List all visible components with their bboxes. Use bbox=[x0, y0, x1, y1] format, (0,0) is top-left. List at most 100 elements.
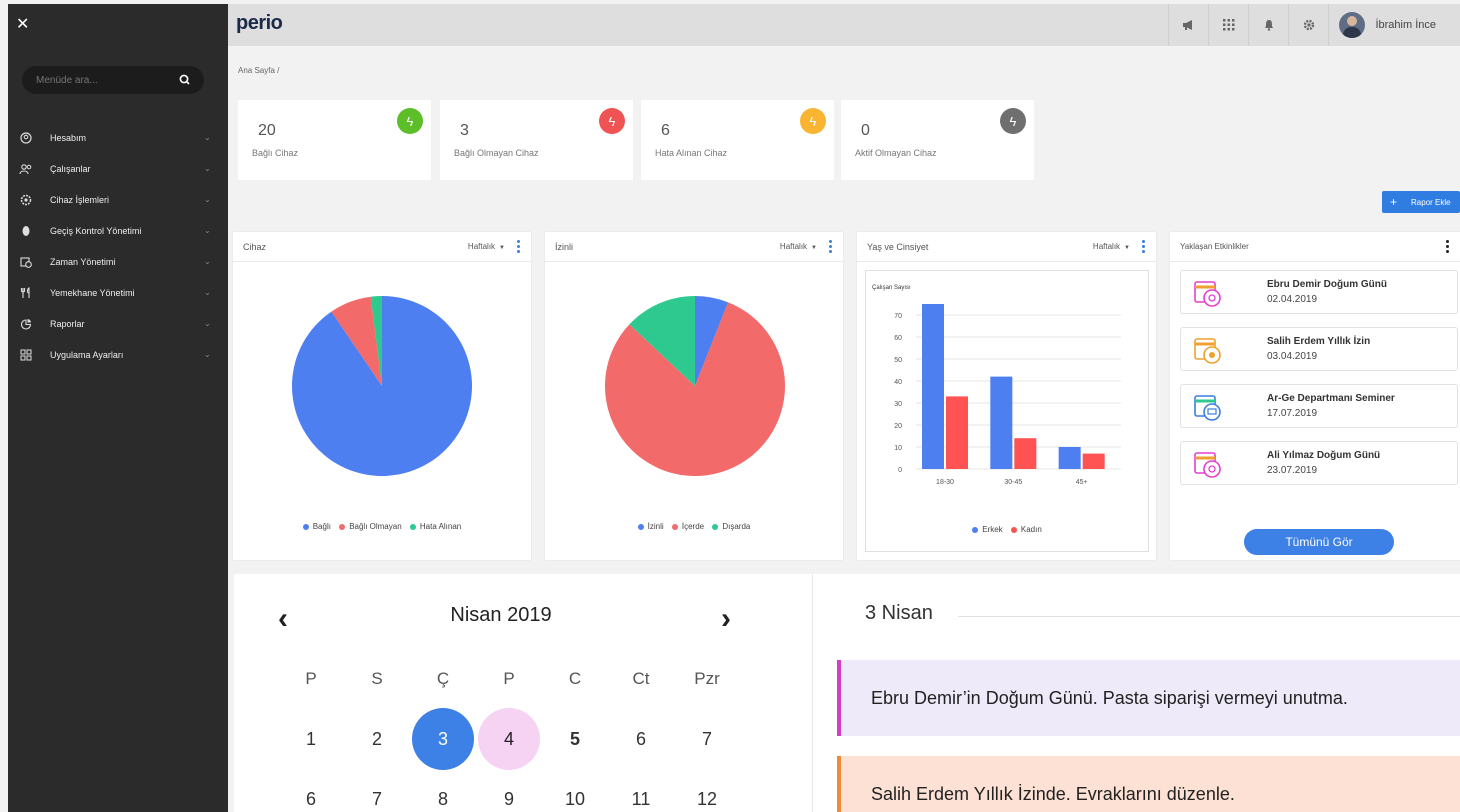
event-item[interactable]: Ali Yılmaz Doğum Günü 23.07.2019 bbox=[1180, 441, 1458, 485]
weekday-label: P bbox=[503, 669, 515, 688]
sidebar-menu: Hesabım ⌄ Çalışanlar ⌄ Cihaz İşlemleri ⌄… bbox=[8, 122, 228, 370]
bar-erkek-30-45[interactable] bbox=[990, 376, 1013, 469]
stat-card-bagli-olmayan[interactable]: 3 Bağlı Olmayan Cihaz ϟ bbox=[440, 100, 633, 180]
day-note[interactable]: Ebru Demir’in Doğum Günü. Pasta siparişi… bbox=[837, 660, 1460, 736]
bell-icon[interactable] bbox=[1248, 4, 1288, 46]
menu-search-input[interactable] bbox=[22, 66, 172, 94]
izinli-panel: İzinli Haftalık ▼ İzinli İçerde Dışarda bbox=[545, 232, 843, 560]
calendar-day[interactable]: 11 bbox=[610, 768, 672, 812]
calendar-day-event[interactable]: 4 bbox=[478, 708, 540, 770]
legend-item: Dışarda bbox=[712, 522, 750, 531]
bar-kadın-18-30[interactable] bbox=[946, 396, 968, 469]
calendar-day[interactable]: 6 bbox=[280, 768, 342, 812]
stat-label: Bağlı Cihaz bbox=[252, 148, 299, 158]
bar-chart-box: Çalışan Sayısı 0 10 20 30 40 50 60 70 18-30 30-45… bbox=[865, 270, 1149, 552]
panel-header: İzinli Haftalık ▼ bbox=[545, 232, 843, 262]
calendar-day[interactable]: 9 bbox=[478, 768, 540, 812]
period-dropdown[interactable]: Haftalık ▼ bbox=[1093, 242, 1130, 251]
calendar-day[interactable]: 2 bbox=[346, 708, 408, 770]
chevron-right-icon[interactable]: › bbox=[721, 602, 731, 636]
sidebar-item-label: Yemekhane Yönetimi bbox=[50, 287, 135, 298]
calendar-day[interactable]: 6 bbox=[610, 708, 672, 770]
close-icon[interactable]: ✕ bbox=[16, 14, 29, 34]
bar-erkek-45+[interactable] bbox=[1058, 447, 1081, 469]
legend-label: Bağlı bbox=[312, 522, 331, 531]
stat-card-bagli[interactable]: 20 Bağlı Cihaz ϟ bbox=[238, 100, 431, 180]
chart-legend: Erkek Kadın bbox=[866, 525, 1148, 534]
calendar-day-selected[interactable]: 3 bbox=[412, 708, 474, 770]
day-detail: 3 Nisan Ebru Demir’in Doğum Günü. Pasta … bbox=[812, 574, 1460, 812]
sidebar-item-hesabim[interactable]: Hesabım ⌄ bbox=[8, 122, 228, 153]
weekday-label: C bbox=[568, 669, 582, 688]
top-actions: İbrahim İnce bbox=[1168, 4, 1460, 46]
sidebar-item-uygulama-ayarlari[interactable]: Uygulama Ayarları ⌄ bbox=[8, 339, 228, 370]
search-icon[interactable] bbox=[178, 73, 192, 87]
calendar-day[interactable]: 10 bbox=[544, 768, 606, 812]
calendar-cake-icon bbox=[1194, 452, 1221, 478]
weekday-label: Pzr bbox=[694, 669, 720, 688]
panel-header: Yaş ve Cinsiyet Haftalık ▼ bbox=[857, 232, 1156, 262]
period-label: Haftalık bbox=[1092, 242, 1121, 251]
calendar-day[interactable]: 5 bbox=[544, 708, 606, 770]
legend-label: Dışarda bbox=[722, 522, 751, 531]
day-note[interactable]: Salih Erdem Yıllık İzinde. Evraklarını d… bbox=[837, 756, 1460, 812]
bar-kadın-30-45[interactable] bbox=[1014, 438, 1037, 469]
kebab-menu-icon[interactable] bbox=[1140, 240, 1146, 254]
chevron-down-icon: ⌄ bbox=[204, 195, 211, 204]
sidebar-item-gecis-kontrol[interactable]: Geçiş Kontrol Yönetimi ⌄ bbox=[8, 215, 228, 246]
breadcrumb: Ana Sayfa / bbox=[238, 66, 280, 75]
event-item[interactable]: Ar-Ge Departmanı Seminer 17.07.2019 bbox=[1180, 384, 1458, 428]
lightning-icon: ϟ bbox=[397, 108, 423, 134]
user-menu[interactable]: İbrahim İnce bbox=[1328, 4, 1460, 46]
apps-grid-icon[interactable] bbox=[1208, 4, 1248, 46]
sidebar-item-zaman-yonetimi[interactable]: Zaman Yönetimi ⌄ bbox=[8, 246, 228, 277]
calendar-day[interactable]: 7 bbox=[346, 768, 408, 812]
calendar-week: 6 7 8 9 10 11 12 bbox=[278, 769, 740, 812]
calendar-day[interactable]: 8 bbox=[412, 768, 474, 812]
calendar-cake-icon bbox=[1194, 281, 1221, 307]
cihaz-panel: Cihaz Haftalık ▼ Bağlı Bağlı Olmayan Hata… bbox=[233, 232, 531, 560]
y-tick-label: 50 bbox=[894, 357, 902, 364]
stat-card-hata[interactable]: 6 Hata Alınan Cihaz ϟ bbox=[641, 100, 834, 180]
legend-item: Bağlı bbox=[302, 522, 331, 531]
chevron-down-icon: ⌄ bbox=[204, 133, 211, 142]
grid-icon bbox=[18, 347, 34, 363]
add-report-button[interactable]: + Rapor Ekle bbox=[1382, 191, 1460, 213]
lightning-icon: ϟ bbox=[800, 108, 826, 134]
megaphone-icon[interactable] bbox=[1168, 4, 1208, 46]
view-all-button[interactable]: Tümünü Gör bbox=[1244, 529, 1394, 555]
gear-icon[interactable] bbox=[1288, 4, 1328, 46]
chevron-down-icon: ⌄ bbox=[204, 226, 211, 235]
period-dropdown[interactable]: Haftalık ▼ bbox=[780, 242, 817, 251]
stat-card-aktif-olmayan[interactable]: 0 Aktif Olmayan Cihaz ϟ bbox=[841, 100, 1034, 180]
kebab-menu-icon[interactable] bbox=[1444, 240, 1450, 254]
event-date: 02.04.2019 bbox=[1267, 294, 1318, 305]
sidebar-item-calisanlar[interactable]: Çalışanlar ⌄ bbox=[8, 153, 228, 184]
period-dropdown[interactable]: Haftalık ▼ bbox=[468, 242, 505, 251]
kebab-menu-icon[interactable] bbox=[515, 240, 521, 254]
sidebar-item-raporlar[interactable]: Raporlar ⌄ bbox=[8, 308, 228, 339]
y-tick-label: 20 bbox=[894, 423, 902, 430]
sidebar-item-label: Geçiş Kontrol Yönetimi bbox=[50, 225, 142, 236]
kebab-menu-icon[interactable] bbox=[827, 240, 833, 254]
bar-erkek-18-30[interactable] bbox=[922, 304, 944, 469]
legend-item: Erkek bbox=[972, 525, 1003, 534]
calendar-day[interactable]: 1 bbox=[280, 708, 342, 770]
stat-value: 3 bbox=[460, 122, 469, 139]
event-item[interactable]: Salih Erdem Yıllık İzin 03.04.2019 bbox=[1180, 327, 1458, 371]
sidebar-item-cihaz-islemleri[interactable]: Cihaz İşlemleri ⌄ bbox=[8, 184, 228, 215]
stat-value: 6 bbox=[661, 122, 670, 139]
add-report-label: Rapor Ekle bbox=[1411, 197, 1451, 207]
lightning-icon: ϟ bbox=[1000, 108, 1026, 134]
period-label: Haftalık bbox=[779, 242, 808, 251]
sidebar-item-label: Cihaz İşlemleri bbox=[50, 194, 110, 205]
calendar-day[interactable]: 12 bbox=[676, 768, 738, 812]
chevron-down-icon: ⌄ bbox=[204, 288, 211, 297]
bar-kadın-45+[interactable] bbox=[1082, 453, 1105, 469]
users-icon bbox=[18, 161, 34, 177]
sidebar-item-yemekhane[interactable]: Yemekhane Yönetimi ⌄ bbox=[8, 277, 228, 308]
event-item[interactable]: Ebru Demir Doğum Günü 02.04.2019 bbox=[1180, 270, 1458, 314]
app-logo[interactable]: perio bbox=[236, 12, 283, 35]
calendar-day[interactable]: 7 bbox=[676, 708, 738, 770]
age-gender-bar-chart: 0 10 20 30 40 50 60 70 18-30 30-45 45+ bbox=[894, 304, 1121, 486]
